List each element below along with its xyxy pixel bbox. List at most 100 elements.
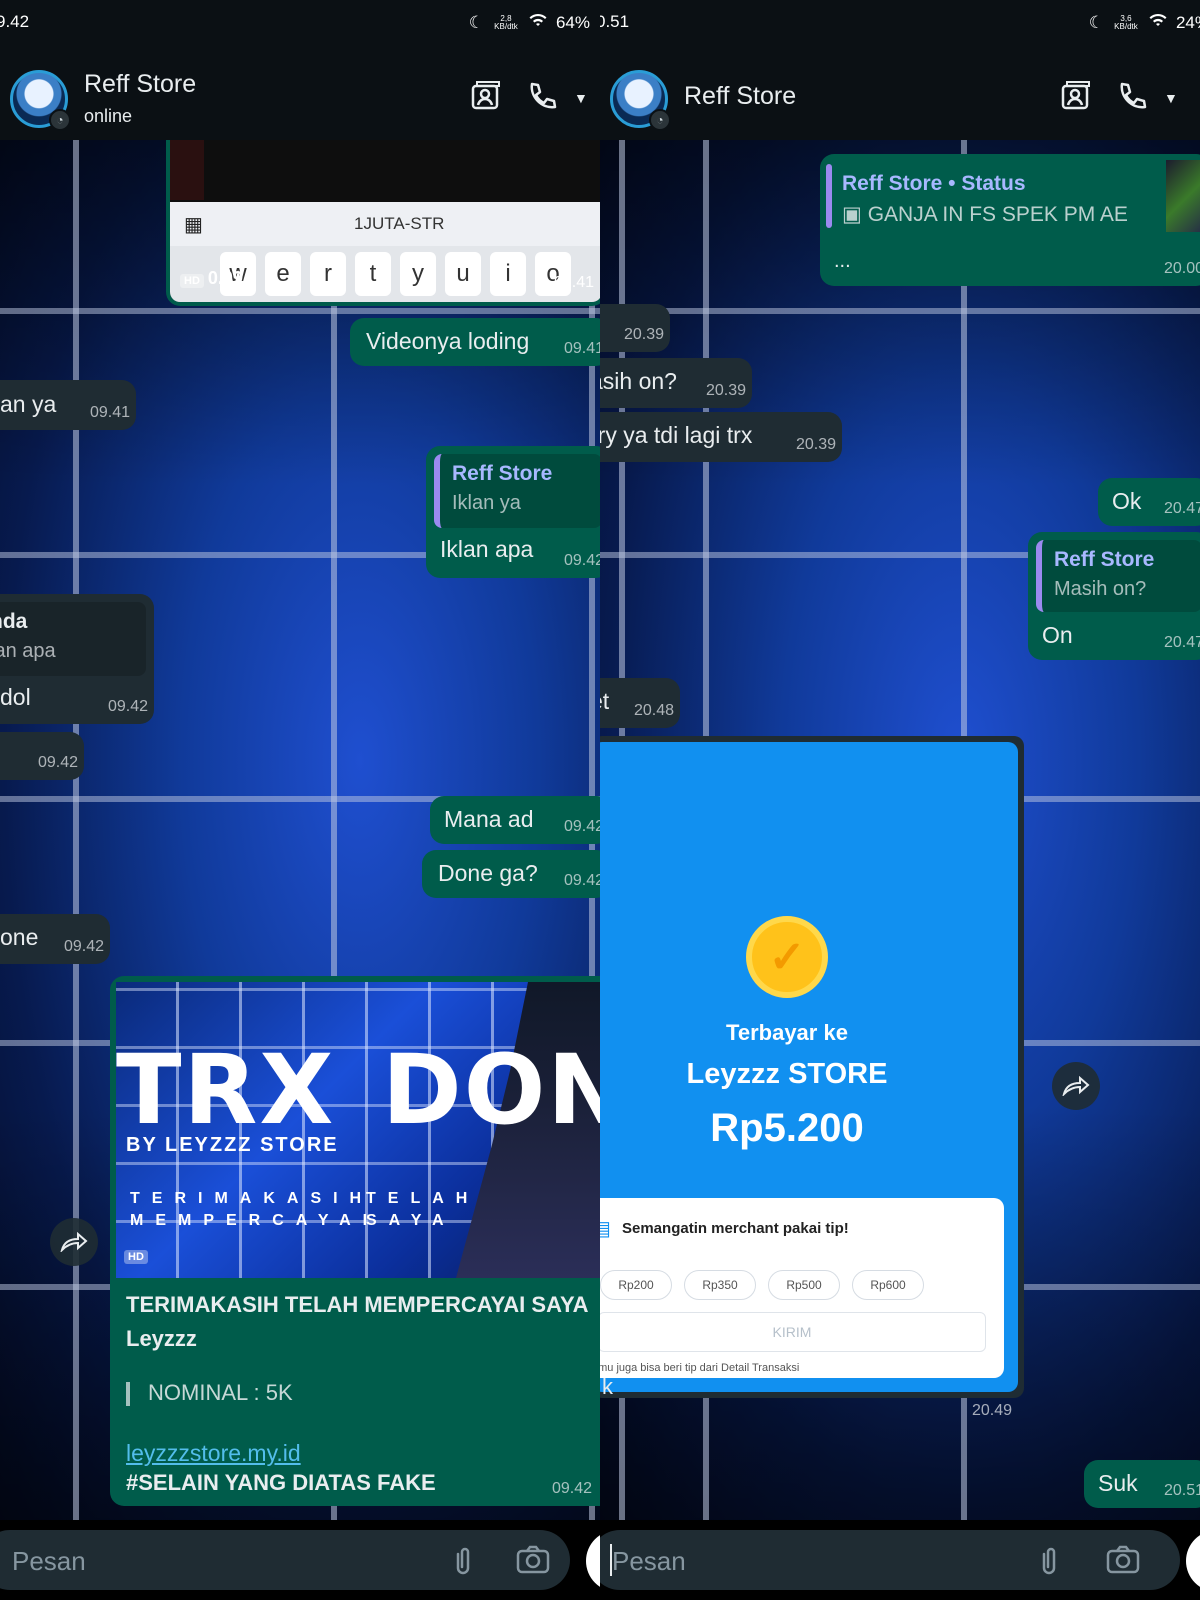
tip-option[interactable]: Rp600 <box>852 1270 924 1300</box>
message-text: an ya <box>0 391 57 417</box>
message-text: Videonya loding <box>366 328 530 354</box>
mic-button[interactable] <box>586 1530 600 1592</box>
message-time: 20.39 <box>705 382 746 399</box>
chat-header: ◔ Reff Store online ▼ <box>0 46 600 140</box>
payment-image-message[interactable]: ✓ Terbayar ke Leyzzz STORE Rp5.200 ▤ Sem… <box>600 736 1024 1419</box>
quote-text: Masih on? <box>1054 578 1147 600</box>
camera-icon[interactable] <box>1106 1544 1140 1579</box>
message-text: Iklan apa <box>440 536 534 562</box>
message-bubble[interactable]: et 20.48 <box>600 678 680 728</box>
forward-button[interactable] <box>1052 1062 1100 1110</box>
message-time: 20.51 <box>1163 1482 1200 1499</box>
status-bar: 0.51 ☾ 3,6 KB/dtk 24% <box>600 0 1200 46</box>
chevron-down-icon[interactable]: ▼ <box>1164 90 1178 106</box>
keyboard-key: r <box>310 252 346 296</box>
message-bubble[interactable]: 20.39 <box>600 304 670 352</box>
contact-name[interactable]: Reff Store <box>684 82 796 111</box>
message-bubble[interactable]: rry ya tdi lagi trx 20.39 <box>600 412 842 462</box>
send-tip-button[interactable]: KIRIM <box>600 1312 986 1352</box>
banner-line: MEMPERCAYAI <box>130 1212 380 1229</box>
trx-done-image[interactable]: TRX DONE BY LEYZZZ STORE TERIMAKASIH TEL… <box>116 982 600 1278</box>
message-input[interactable]: Pesan <box>600 1530 1180 1590</box>
quote-text: Iklan ya <box>452 492 521 514</box>
video-call-icon[interactable] <box>470 80 502 117</box>
right-screenshot: 0.51 ☾ 3,6 KB/dtk 24% ◔ Reff Store ▼ Ref… <box>600 0 1200 1600</box>
message-bubble[interactable]: Reff Store Masih on? On 20.47 <box>1028 532 1200 660</box>
message-text: Mana ad <box>444 806 534 832</box>
check-coin-icon: ✓ <box>746 916 828 998</box>
battery-level: 64% <box>555 12 590 32</box>
message-text: k <box>602 1374 613 1399</box>
message-bubble[interactable]: nda lan apa dol 09.42 <box>0 594 154 724</box>
video-call-icon[interactable] <box>1060 80 1092 117</box>
banner-title-left: TRX <box>116 1034 336 1146</box>
quote-author: Reff Store • Status <box>842 172 1026 195</box>
message-time: 09.42 <box>37 754 78 771</box>
keyboard-title: 1JUTA-STR <box>354 214 445 233</box>
message-input[interactable]: Pesan <box>0 1530 570 1590</box>
attach-icon[interactable] <box>1036 1544 1062 1581</box>
avatar[interactable]: ◔ <box>610 70 671 131</box>
tip-option[interactable]: Rp200 <box>600 1270 672 1300</box>
mic-button[interactable] <box>1186 1530 1200 1592</box>
chevron-down-icon[interactable]: ▼ <box>574 90 588 106</box>
status-thumbnail <box>1166 160 1200 232</box>
forward-button[interactable] <box>50 1218 98 1266</box>
input-bar: Pesan <box>600 1520 1200 1600</box>
avatar[interactable]: ◔ <box>10 70 71 131</box>
quoted-message[interactable]: nda lan apa <box>0 602 146 676</box>
payment-receipt[interactable]: ✓ Terbayar ke Leyzzz STORE Rp5.200 ▤ Sem… <box>600 742 1018 1392</box>
moon-icon: ☾ <box>1088 12 1104 32</box>
phone-icon[interactable] <box>526 80 558 117</box>
message-bubble[interactable]: Mana ad 09.42 <box>430 796 600 844</box>
message-text: Ok <box>1112 488 1142 514</box>
tip-option[interactable]: Rp350 <box>684 1270 756 1300</box>
caption-link[interactable]: leyzzzstore.my.id <box>126 1440 301 1467</box>
phone-icon[interactable] <box>1116 80 1148 117</box>
status-reply-message[interactable]: Reff Store • Status ▣ GANJA IN FS SPEK P… <box>820 154 1200 286</box>
tip-note: amu juga bisa beri tip dari Detail Trans… <box>600 1362 800 1374</box>
quote-text: lan apa <box>0 640 56 662</box>
message-time: 20.48 <box>633 702 674 719</box>
attach-icon[interactable] <box>450 1544 476 1581</box>
message-bubble[interactable]: asih on? 20.39 <box>600 358 752 408</box>
message-bubble[interactable]: one 09.42 <box>0 914 110 964</box>
message-bubble[interactable]: Videonya loding 09.41 <box>350 318 600 366</box>
message-time: 09.41 <box>89 404 130 421</box>
caption-line: Leyzzz <box>126 1326 197 1351</box>
moon-icon: ☾ <box>468 12 484 32</box>
keyboard-key: y <box>400 252 436 296</box>
input-bar: Pesan <box>0 1520 600 1600</box>
image-icon: ▣ <box>842 203 868 226</box>
message-bubble[interactable]: an ya 09.41 <box>0 380 136 430</box>
message-text: rry ya tdi lagi trx <box>600 422 753 448</box>
message-time: 20.49 <box>971 1402 1012 1419</box>
banner-line: SAYA <box>366 1212 456 1229</box>
quoted-message[interactable]: Reff Store Iklan ya <box>434 454 600 528</box>
message-time: 09.42 <box>563 872 600 889</box>
video-message[interactable]: ▦ 1JUTA-STR w e r t y u i o HD 0.09 09.41 <box>166 140 600 306</box>
caption-nominal: NOMINAL : 5K <box>126 1380 293 1407</box>
message-bubble[interactable]: Suk 20.51 <box>1084 1460 1200 1508</box>
input-placeholder: Pesan <box>12 1546 86 1576</box>
paid-to-label: Terbayar ke <box>726 1020 848 1045</box>
caption-line: TERIMAKASIH TELAH MEMPERCAYAI SAYA <box>126 1292 589 1317</box>
wifi-icon <box>1148 12 1168 33</box>
tip-card: ▤ Semangatin merchant pakai tip! Rp200 R… <box>600 1198 1004 1378</box>
message-time: 09.41 <box>553 274 594 291</box>
message-time: 20.39 <box>623 326 664 343</box>
tip-option[interactable]: Rp500 <box>768 1270 840 1300</box>
video-duration: HD 0.09 <box>180 268 243 289</box>
message-time: 20.47 <box>1163 634 1200 651</box>
message-bubble[interactable]: 09.42 <box>0 732 84 780</box>
message-text: asih on? <box>600 368 677 394</box>
message-bubble[interactable]: Ok 20.47 <box>1098 478 1200 526</box>
message-bubble[interactable]: Done ga? 09.42 <box>422 850 600 898</box>
payment-amount: Rp5.200 <box>710 1106 864 1150</box>
contact-name[interactable]: Reff Store <box>84 70 196 99</box>
input-placeholder: Pesan <box>612 1546 686 1576</box>
quoted-message[interactable]: Reff Store Masih on? <box>1036 540 1200 612</box>
message-bubble[interactable]: Reff Store Iklan ya Iklan apa 09.42 <box>426 446 600 578</box>
camera-icon[interactable] <box>516 1544 550 1579</box>
keyboard-key: e <box>265 252 301 296</box>
